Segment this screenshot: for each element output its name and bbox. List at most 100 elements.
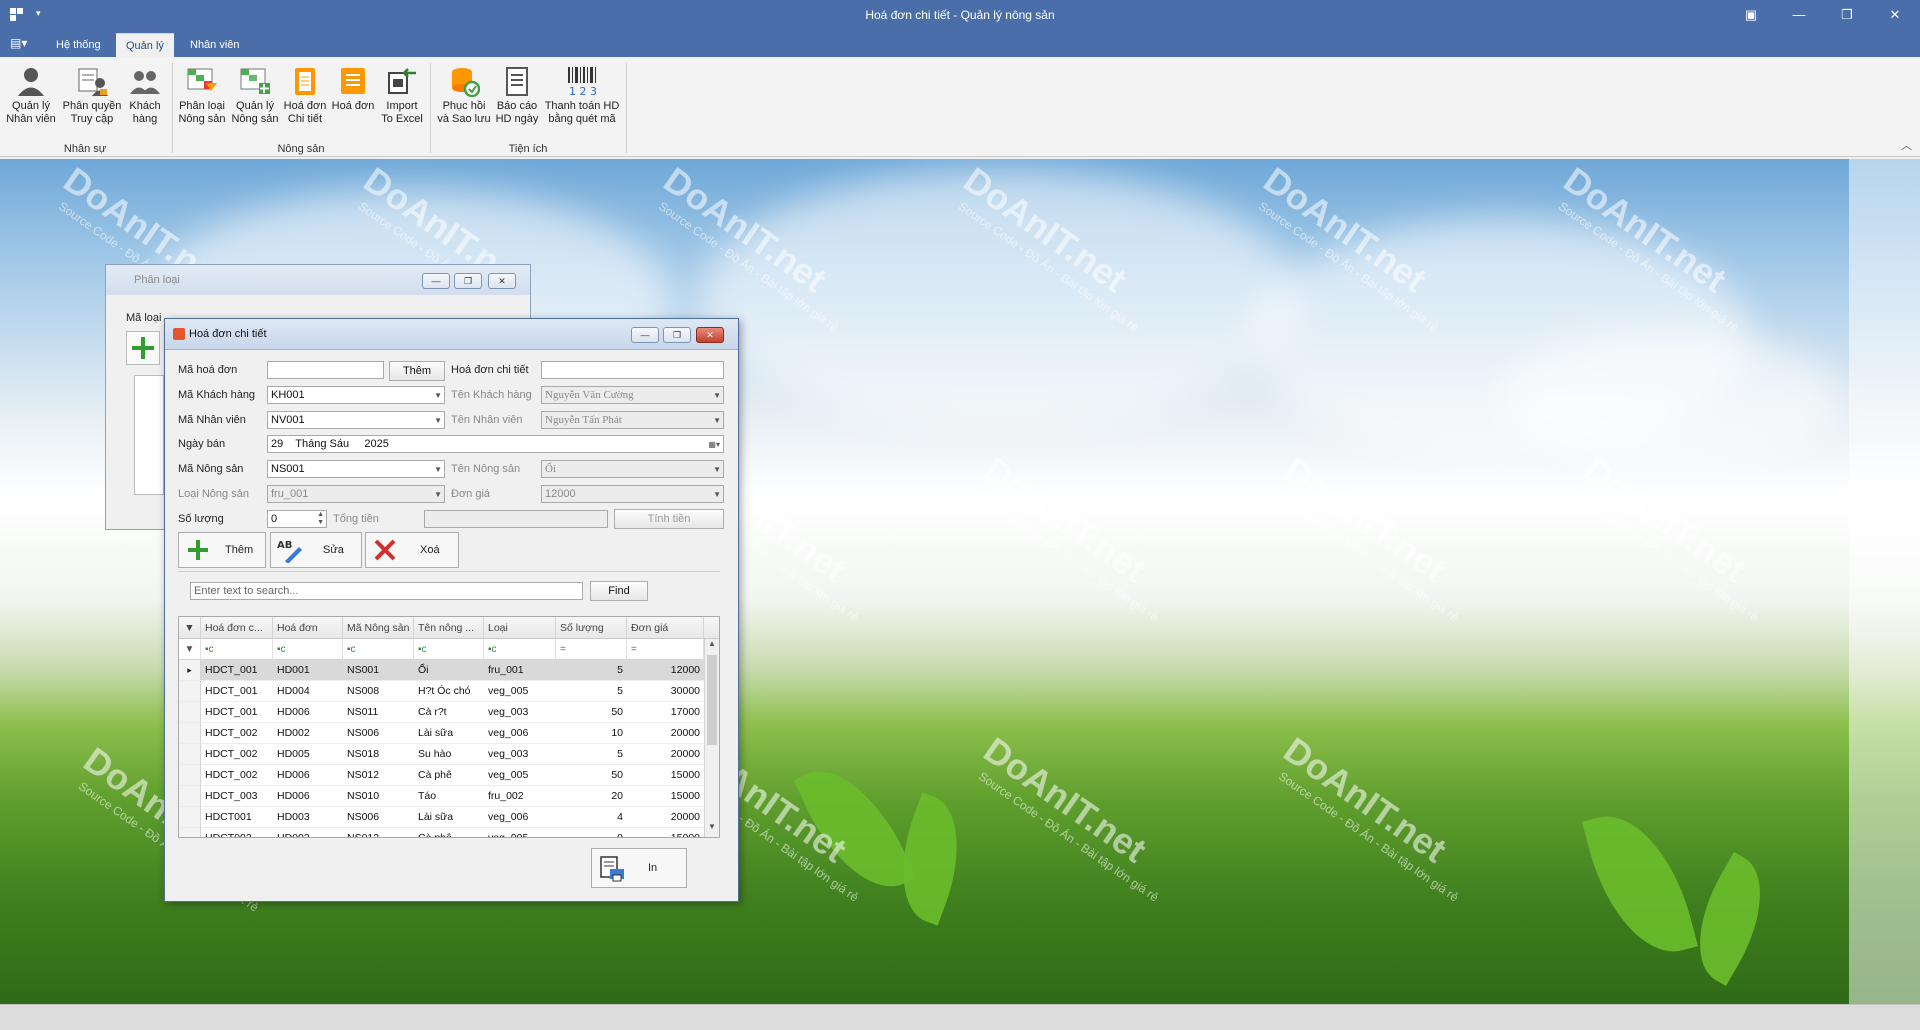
minimize-icon[interactable]: —: [422, 273, 450, 289]
table-cell[interactable]: 5: [556, 660, 627, 681]
filter-equals-icon[interactable]: =: [556, 639, 627, 660]
minimize-icon[interactable]: —: [631, 327, 659, 343]
row-indicator[interactable]: [179, 723, 201, 743]
table-cell[interactable]: H?t Óc chó: [414, 681, 484, 702]
tab-quan-ly[interactable]: Quản lý: [116, 33, 174, 57]
table-row[interactable]: ▸ HDCT_001 HD001 NS001 Ổi fru_001 5 12000: [179, 660, 719, 681]
vertical-scrollbar[interactable]: ▲ ▼: [704, 639, 719, 837]
row-indicator-icon[interactable]: ▸: [179, 660, 201, 680]
row-indicator[interactable]: [179, 786, 201, 806]
table-cell[interactable]: HD003: [273, 828, 343, 837]
table-cell[interactable]: Cà r?t: [414, 702, 484, 723]
tinh-tien-button[interactable]: Tính tiền: [614, 509, 724, 529]
ribbon-btn-phuc-hoi-sao-luu[interactable]: Phục hồi và Sao lưu: [434, 65, 494, 126]
filter-contains-icon[interactable]: ▪c: [484, 639, 556, 660]
calendar-icon[interactable]: ▦▾: [708, 439, 720, 451]
chevron-down-icon[interactable]: ▼: [434, 464, 442, 476]
col-ma-nong-san[interactable]: Mã Nông sản: [343, 617, 414, 639]
table-cell[interactable]: 30000: [627, 681, 704, 702]
table-cell[interactable]: veg_003: [484, 702, 556, 723]
table-cell[interactable]: 10: [556, 723, 627, 744]
table-cell[interactable]: 5: [556, 744, 627, 765]
table-cell[interactable]: 17000: [627, 702, 704, 723]
row-indicator[interactable]: [179, 807, 201, 827]
table-cell[interactable]: HDCT002: [201, 828, 273, 837]
filter-contains-icon[interactable]: ▪c: [273, 639, 343, 660]
ngay-ban-datepicker[interactable]: 29 Tháng Sáu 2025 ▦▾: [267, 435, 724, 453]
find-button[interactable]: Find: [590, 581, 648, 601]
table-cell[interactable]: HD006: [273, 786, 343, 807]
hoa-don-chi-tiet-input[interactable]: [541, 361, 724, 379]
ribbon-btn-import-excel[interactable]: Import To Excel: [378, 65, 426, 126]
collapse-ribbon-icon[interactable]: ︿: [1901, 137, 1912, 153]
table-cell[interactable]: fru_001: [484, 660, 556, 681]
table-cell[interactable]: NS001: [343, 660, 414, 681]
them-button[interactable]: Thêm: [178, 532, 266, 568]
table-cell[interactable]: HD004: [273, 681, 343, 702]
table-cell[interactable]: HD003: [273, 807, 343, 828]
table-cell[interactable]: NS012: [343, 765, 414, 786]
ribbon-btn-phan-quyen[interactable]: Phân quyền Truy cập: [60, 65, 124, 126]
chevron-down-icon[interactable]: ▼: [434, 390, 442, 402]
ma-nong-san-select[interactable]: NS001 ▼: [267, 460, 445, 478]
table-cell[interactable]: Su hào: [414, 744, 484, 765]
so-luong-stepper[interactable]: 0 ▲ ▼: [267, 510, 327, 528]
table-cell[interactable]: Cà phê: [414, 828, 484, 837]
row-indicator[interactable]: [179, 828, 201, 837]
table-cell[interactable]: HD002: [273, 723, 343, 744]
phan-loai-grid[interactable]: [134, 375, 164, 495]
table-cell[interactable]: HDCT001: [201, 807, 273, 828]
table-row[interactable]: HDCT001 HD003 NS006 Lài sữa veg_006 4 20000: [179, 807, 719, 828]
table-cell[interactable]: 15000: [627, 765, 704, 786]
table-cell[interactable]: veg_005: [484, 765, 556, 786]
them-small-button[interactable]: Thêm: [389, 361, 445, 381]
table-cell[interactable]: veg_003: [484, 744, 556, 765]
row-indicator[interactable]: [179, 702, 201, 722]
table-row[interactable]: HDCT_001 HD004 NS008 H?t Óc chó veg_005 5 3000…: [179, 681, 719, 702]
search-input[interactable]: Enter text to search...: [190, 582, 583, 600]
col-don-gia[interactable]: Đơn giá: [627, 617, 704, 639]
table-row[interactable]: HDCT_002 HD005 NS018 Su hào veg_003 5 20000: [179, 744, 719, 765]
table-cell[interactable]: Ổi: [414, 660, 484, 681]
table-cell[interactable]: NS008: [343, 681, 414, 702]
ribbon-btn-hoa-don-chi-tiet[interactable]: Hoá đơn Chi tiết: [282, 65, 328, 126]
tab-he-thong[interactable]: Hệ thống: [46, 33, 111, 57]
table-cell[interactable]: HDCT_002: [201, 723, 273, 744]
table-cell[interactable]: Lài sữa: [414, 807, 484, 828]
table-cell[interactable]: HDCT_003: [201, 786, 273, 807]
minimize-icon[interactable]: —: [1788, 6, 1810, 24]
table-cell[interactable]: NS010: [343, 786, 414, 807]
table-cell[interactable]: NS012: [343, 828, 414, 837]
filter-equals-icon[interactable]: =: [627, 639, 704, 660]
scroll-up-icon[interactable]: ▲: [705, 639, 719, 653]
table-cell[interactable]: NS018: [343, 744, 414, 765]
table-cell[interactable]: 20000: [627, 723, 704, 744]
table-cell[interactable]: NS006: [343, 723, 414, 744]
filter-contains-icon[interactable]: ▪c: [201, 639, 273, 660]
table-cell[interactable]: 15000: [627, 828, 704, 837]
maximize-icon[interactable]: ❐: [663, 327, 691, 343]
row-indicator[interactable]: [179, 765, 201, 785]
xoa-button[interactable]: Xoá: [365, 532, 459, 568]
table-cell[interactable]: Cà phê: [414, 765, 484, 786]
table-cell[interactable]: 15000: [627, 786, 704, 807]
ribbon-btn-quan-ly-nhan-vien[interactable]: Quản lý Nhân viên: [4, 65, 58, 126]
ribbon-btn-thanh-toan-quet-ma[interactable]: 1 2 3 Thanh toán HD bằng quét mã: [542, 65, 622, 126]
table-cell[interactable]: HD006: [273, 765, 343, 786]
table-cell[interactable]: HD006: [273, 702, 343, 723]
ribbon-btn-hoa-don[interactable]: Hoá đơn: [330, 65, 376, 113]
row-indicator[interactable]: [179, 681, 201, 701]
table-cell[interactable]: veg_005: [484, 681, 556, 702]
col-loai[interactable]: Loại: [484, 617, 556, 639]
col-hoa-don[interactable]: Hoá đơn: [273, 617, 343, 639]
table-cell[interactable]: Táo: [414, 786, 484, 807]
filter-icon[interactable]: ▼: [179, 617, 201, 639]
close-icon[interactable]: ✕: [1884, 6, 1906, 24]
table-cell[interactable]: 9: [556, 828, 627, 837]
ribbon-btn-khach-hang[interactable]: Khách hàng: [126, 65, 164, 126]
maximize-icon[interactable]: ❐: [454, 273, 482, 289]
ribbon-btn-phan-loai-nong-san[interactable]: Phân loại Nông sản: [176, 65, 228, 126]
table-cell[interactable]: NS006: [343, 807, 414, 828]
table-cell[interactable]: HDCT_002: [201, 744, 273, 765]
in-button[interactable]: In: [591, 848, 687, 888]
